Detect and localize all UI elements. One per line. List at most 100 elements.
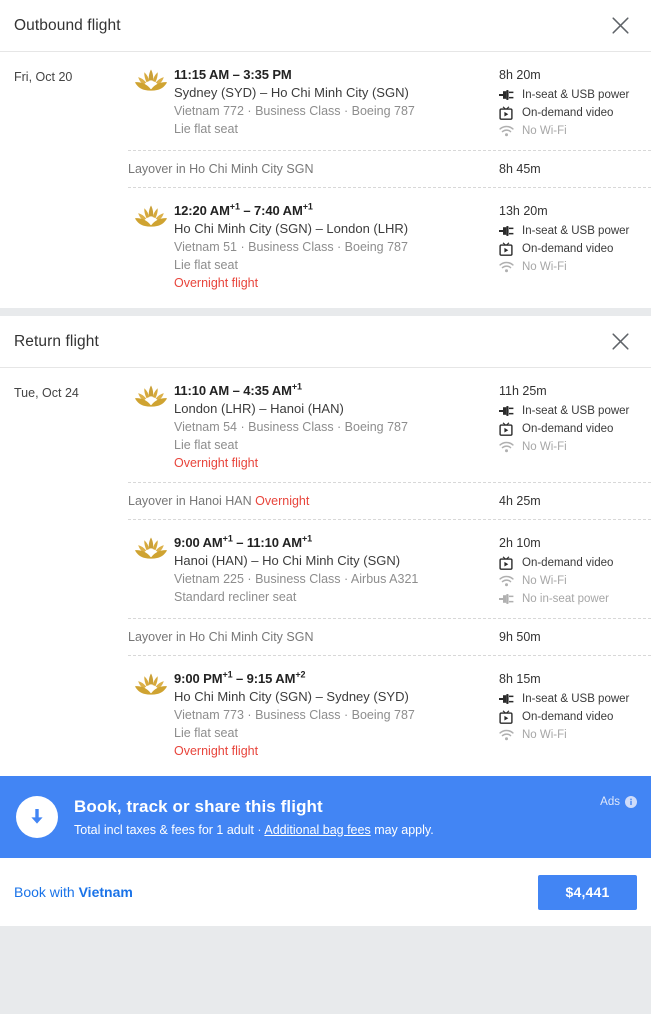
- amenity-label: On-demand video: [522, 557, 614, 569]
- flight-cards-container: Outbound flight Fri, Oct 20 11:15 AM – 3:3…: [0, 0, 651, 776]
- banner-text: Book, track or share this flight Total i…: [74, 795, 637, 840]
- segment-date: Tue, Oct 24: [14, 386, 79, 400]
- amenity-label: On-demand video: [522, 243, 614, 255]
- book-with-airline-link[interactable]: Book with Vietnam: [14, 884, 133, 900]
- vietnam-airlines-lotus-logo: [128, 382, 174, 408]
- segment-date: [0, 534, 128, 537]
- segment-flight-meta: Vietnam 772 · Business Class · Boeing 78…: [174, 104, 415, 118]
- amenity-item: On-demand video: [499, 240, 651, 258]
- vietnam-airlines-lotus-logo: [128, 66, 174, 92]
- vietnam-airlines-lotus-logo: [128, 534, 174, 560]
- vietnam-airlines-lotus-logo: [128, 670, 174, 696]
- segment-duration-amenities: 11h 25m In-seat & USB power On-demand vide…: [499, 382, 651, 456]
- segment-duration: 11h 25m: [499, 384, 547, 398]
- segment-flight-meta: Vietnam 51 · Business Class · Boeing 787: [174, 240, 408, 254]
- layover-row: Layover in Hanoi HAN Overnight 4h 25m: [128, 482, 651, 520]
- amenity-item: In-seat & USB power: [499, 402, 651, 420]
- vietnam-airlines-lotus-logo: [128, 202, 174, 228]
- card-header: Outbound flight: [0, 0, 651, 52]
- layover-duration: 8h 45m: [499, 162, 541, 176]
- power-plug-icon: [499, 693, 516, 705]
- card-body: Fri, Oct 20 11:15 AM – 3:35 PM Sydney (SYD…: [0, 52, 651, 308]
- segment-flight-meta: Vietnam 54 · Business Class · Boeing 787: [174, 420, 408, 434]
- amenity-label: No in-seat power: [522, 593, 609, 605]
- segment-details: 9:00 AM+1 – 11:10 AM+1 Hanoi (HAN) – Ho C…: [174, 534, 499, 606]
- amenity-item: In-seat & USB power: [499, 690, 651, 708]
- amenity-label: On-demand video: [522, 423, 614, 435]
- close-icon[interactable]: [607, 329, 633, 355]
- segment-overnight-badge: Overnight flight: [174, 744, 259, 758]
- amenity-label: In-seat & USB power: [522, 225, 630, 237]
- ads-banner[interactable]: Book, track or share this flight Total i…: [0, 776, 651, 858]
- amenity-item: No in-seat power: [499, 590, 651, 608]
- segment-seat-type: Standard recliner seat: [174, 590, 297, 604]
- banner-subtitle-prefix: Total incl taxes & fees for 1 adult ·: [74, 822, 265, 837]
- power-plug-icon: [499, 593, 516, 605]
- amenity-label: No Wi-Fi: [522, 441, 567, 453]
- layover-text: Layover in Ho Chi Minh City SGN: [128, 630, 314, 644]
- flight-segment: Fri, Oct 20 11:15 AM – 3:35 PM Sydney (SYD…: [0, 52, 651, 150]
- amenity-item: No Wi-Fi: [499, 122, 651, 140]
- layover-duration: 4h 25m: [499, 494, 541, 508]
- amenity-label: In-seat & USB power: [522, 89, 630, 101]
- segment-details: 12:20 AM+1 – 7:40 AM+1 Ho Chi Minh City (…: [174, 202, 499, 292]
- layover-text: Layover in Hanoi HAN Overnight: [128, 494, 310, 508]
- booking-footer: Book with Vietnam $4,441: [0, 858, 651, 926]
- amenity-label: No Wi-Fi: [522, 125, 567, 137]
- ads-label: Ads: [600, 796, 637, 808]
- amenity-label: No Wi-Fi: [522, 729, 567, 741]
- amenity-item: No Wi-Fi: [499, 726, 651, 744]
- segment-route: Ho Chi Minh City (SGN) – London (LHR): [174, 221, 409, 236]
- segment-details: 9:00 PM+1 – 9:15 AM+2 Ho Chi Minh City (S…: [174, 670, 499, 760]
- card-header: Return flight: [0, 316, 651, 368]
- segment-duration-amenities: 2h 10m On-demand video No Wi-Fi No in-seat …: [499, 534, 651, 608]
- wifi-icon: [499, 729, 516, 741]
- flight-card: Outbound flight Fri, Oct 20 11:15 AM – 3:3…: [0, 0, 651, 308]
- flight-segment: 9:00 PM+1 – 9:15 AM+2 Ho Chi Minh City (S…: [0, 656, 651, 770]
- banner-subtitle-suffix: may apply.: [370, 822, 434, 837]
- close-icon[interactable]: [607, 13, 633, 39]
- segment-seat-type: Lie flat seat: [174, 122, 238, 136]
- on-demand-video-icon: [499, 556, 516, 570]
- power-plug-icon: [499, 89, 516, 101]
- layover-row: Layover in Ho Chi Minh City SGN 9h 50m: [128, 618, 651, 656]
- amenity-item: No Wi-Fi: [499, 572, 651, 590]
- layover-duration: 9h 50m: [499, 630, 541, 644]
- amenity-label: No Wi-Fi: [522, 261, 567, 273]
- wifi-icon: [499, 575, 516, 587]
- segment-duration-amenities: 8h 15m In-seat & USB power On-demand video…: [499, 670, 651, 744]
- download-arrow-icon: [16, 796, 58, 838]
- ads-label-text: Ads: [600, 796, 620, 808]
- card-title: Return flight: [14, 332, 99, 350]
- segment-details: 11:15 AM – 3:35 PM Sydney (SYD) – Ho Chi …: [174, 66, 499, 138]
- layover-text: Layover in Ho Chi Minh City SGN: [128, 162, 314, 176]
- card-separator: [0, 308, 651, 316]
- on-demand-video-icon: [499, 422, 516, 436]
- info-icon[interactable]: [625, 796, 637, 808]
- segment-overnight-badge: Overnight flight: [174, 456, 259, 470]
- on-demand-video-icon: [499, 710, 516, 724]
- on-demand-video-icon: [499, 106, 516, 120]
- additional-bag-fees-link[interactable]: Additional bag fees: [264, 823, 370, 837]
- price-book-button[interactable]: $4,441: [538, 874, 637, 910]
- on-demand-video-icon: [499, 242, 516, 256]
- amenity-label: No Wi-Fi: [522, 575, 567, 587]
- segment-date: [0, 202, 128, 205]
- segment-duration: 13h 20m: [499, 204, 548, 218]
- amenity-label: On-demand video: [522, 711, 614, 723]
- segment-flight-meta: Vietnam 773 · Business Class · Boeing 78…: [174, 708, 415, 722]
- amenity-item: On-demand video: [499, 420, 651, 438]
- segment-seat-type: Lie flat seat: [174, 258, 238, 272]
- amenity-item: In-seat & USB power: [499, 86, 651, 104]
- banner-title: Book, track or share this flight: [74, 796, 323, 816]
- flight-itinerary-page: Outbound flight Fri, Oct 20 11:15 AM – 3:3…: [0, 0, 651, 1014]
- segment-duration-amenities: 13h 20m In-seat & USB power On-demand vide…: [499, 202, 651, 276]
- wifi-icon: [499, 261, 516, 273]
- segment-details: 11:10 AM – 4:35 AM+1 London (LHR) – Hanoi…: [174, 382, 499, 472]
- amenity-label: On-demand video: [522, 107, 614, 119]
- segment-times: 9:00 PM+1 – 9:15 AM+2: [174, 669, 306, 686]
- segment-times: 11:15 AM – 3:35 PM: [174, 67, 292, 82]
- segment-duration: 8h 20m: [499, 68, 541, 82]
- segment-duration-amenities: 8h 20m In-seat & USB power On-demand video…: [499, 66, 651, 140]
- segment-times: 9:00 AM+1 – 11:10 AM+1: [174, 533, 313, 550]
